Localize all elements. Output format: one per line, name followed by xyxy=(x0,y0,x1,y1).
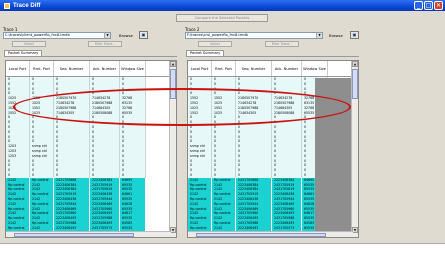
trace2-file-value: F:\traces\crul_powerflo_fnc8.tmdb xyxy=(187,33,248,37)
trace2-select-button[interactable]: Select xyxy=(198,41,232,47)
scroll-up-icon[interactable]: ▲ xyxy=(170,61,176,67)
chevron-down-icon[interactable]: ▼ xyxy=(316,33,322,38)
column-header[interactable]: Rmt. Port xyxy=(212,61,236,76)
vertical-scrollbar[interactable]: ▲ ▼ xyxy=(351,61,358,237)
scroll-thumb[interactable] xyxy=(196,233,326,237)
tab-divider xyxy=(4,56,177,57)
table-header: Local Port Rmt. Port Seq. Number Ack. Numbe… xyxy=(188,61,358,77)
right-packet-table[interactable]: Local Port Rmt. Port Seq. Number Ack. Numbe… xyxy=(187,60,359,238)
trace2-browse-button[interactable]: Browse xyxy=(329,32,343,39)
app-icon xyxy=(4,2,10,9)
close-button[interactable]: ✕ xyxy=(434,1,443,10)
horizontal-scrollbar[interactable] xyxy=(188,231,353,237)
trace1-browse-button[interactable]: Browse xyxy=(119,32,133,39)
status-bar xyxy=(0,243,445,254)
chevron-down-icon[interactable]: ▼ xyxy=(104,33,110,38)
table-header: Local Port Rmt. Port Seq. Number Ack. Numbe… xyxy=(6,61,176,77)
folder-icon[interactable]: ▣ xyxy=(139,31,148,39)
trace1-file-value: C:\traces\client_powerflo_fnc8.tmdb xyxy=(5,33,70,37)
column-header[interactable]: Seq. Number xyxy=(236,61,272,76)
trace1-select-button[interactable]: Select xyxy=(12,41,46,47)
scroll-up-icon[interactable]: ▲ xyxy=(352,61,358,67)
column-header[interactable]: Local Port xyxy=(188,61,212,76)
vertical-scrollbar[interactable]: ▲ ▼ xyxy=(169,61,176,237)
column-header[interactable]: Window Size xyxy=(120,61,146,76)
column-header[interactable]: Ack. Number xyxy=(272,61,302,76)
left-packet-table[interactable]: Local Port Rmt. Port Seq. Number Ack. Numbe… xyxy=(5,60,177,238)
column-header[interactable]: Local Port xyxy=(6,61,30,76)
window-title: Trace Diff xyxy=(13,2,41,9)
trace1-filter-button[interactable]: Filter Trace... xyxy=(88,41,122,47)
column-header[interactable]: Rmt. Port xyxy=(30,61,54,76)
column-header[interactable]: Seq. Number xyxy=(54,61,90,76)
trace2-filter-button[interactable]: Filter Trace... xyxy=(265,41,299,47)
scroll-thumb[interactable] xyxy=(170,69,176,99)
column-header[interactable]: Ack. Number xyxy=(90,61,120,76)
tab-divider xyxy=(186,56,359,57)
table-body: 0 0 0 0 0 0 0 0 0 0 0 0 0 0 0 0 0 0 0 0 1025 1552 2180507970 71… xyxy=(6,77,176,237)
column-header[interactable]: Window Size xyxy=(302,61,328,76)
trace1-file-combo[interactable]: C:\traces\client_powerflo_fnc8.tmdb ▼ xyxy=(3,32,111,39)
empty-area xyxy=(315,78,351,233)
trace2-file-combo[interactable]: F:\traces\crul_powerflo_fnc8.tmdb ▼ xyxy=(185,32,323,39)
folder-icon[interactable]: ▣ xyxy=(350,31,359,39)
maximize-button[interactable]: □ xyxy=(424,1,433,10)
horizontal-scrollbar[interactable] xyxy=(6,231,171,237)
minimize-button[interactable]: _ xyxy=(414,1,423,10)
title-bar: Trace Diff _ □ ✕ xyxy=(0,0,445,11)
scroll-thumb[interactable] xyxy=(14,233,134,237)
compare-selected-packets-button[interactable]: Compare the Selected Packets xyxy=(176,14,268,22)
scroll-thumb[interactable] xyxy=(352,69,358,99)
